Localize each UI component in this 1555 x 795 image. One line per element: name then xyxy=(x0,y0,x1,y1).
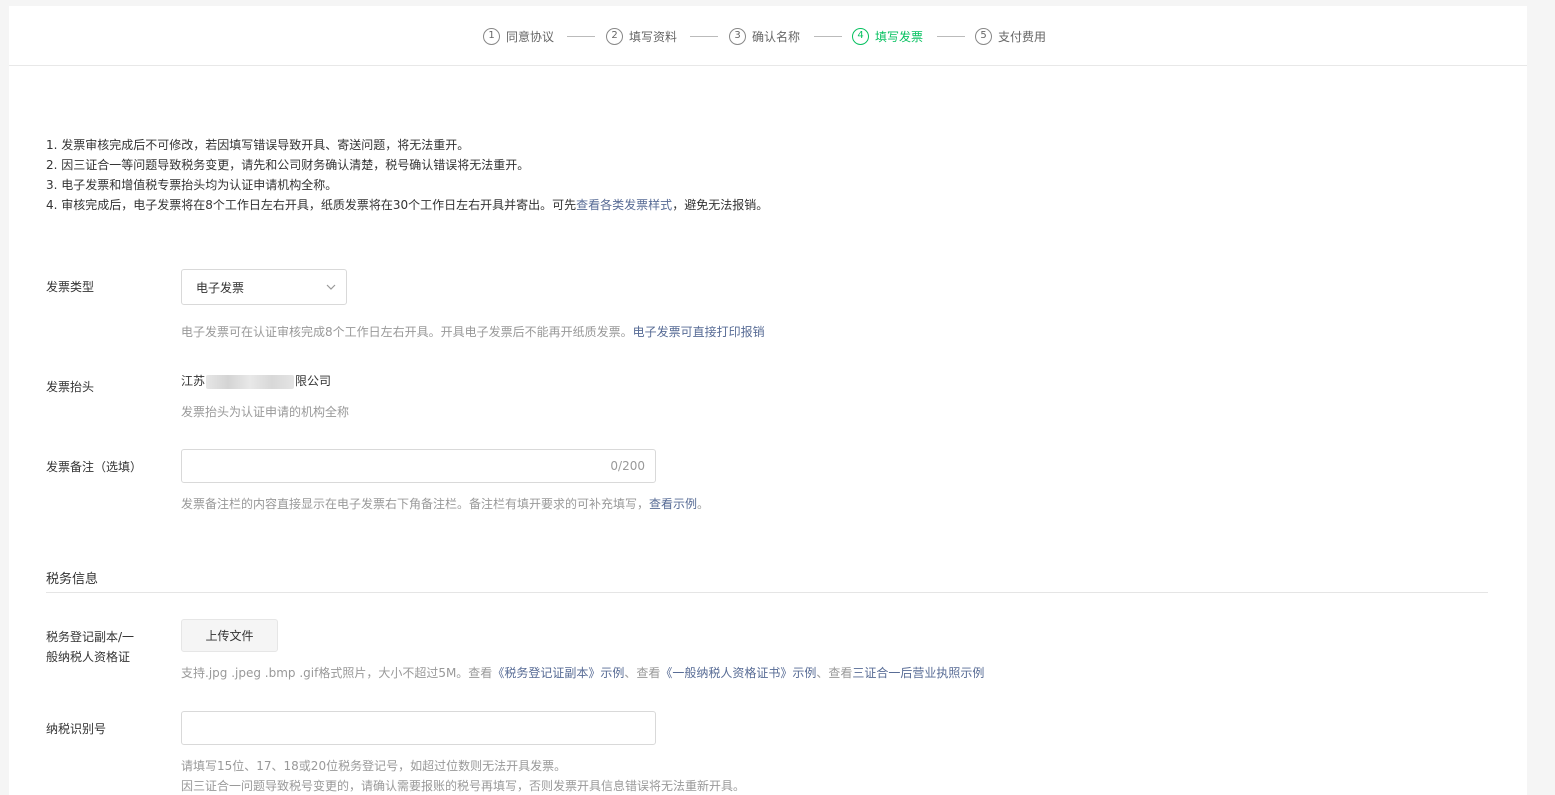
invoice-notes: 1. 发票审核完成后不可修改，若因填写错误导致开具、寄送问题，将无法重开。 2.… xyxy=(46,135,768,215)
note-line: 1. 发票审核完成后不可修改，若因填写错误导致开具、寄送问题，将无法重开。 xyxy=(46,138,470,152)
invoice-type-value: 电子发票 xyxy=(196,280,245,295)
business-license-example-link[interactable]: 三证合一后营业执照示例 xyxy=(852,666,984,680)
invoice-title-label: 发票抬头 xyxy=(46,380,95,394)
invoice-type-select[interactable]: 电子发票 xyxy=(181,269,347,305)
step-label: 支付费用 xyxy=(998,29,1047,44)
tax-id-hint-2: 因三证合一问题导致税号变更的，请确认需要报账的税号再填写，否则发票开具信息错误将… xyxy=(181,779,746,793)
invoice-form-card: 1 同意协议 2 填写资料 3 确认名称 4 填写发票 5 支付费用 1. 发票… xyxy=(9,6,1527,795)
progress-stepper: 1 同意协议 2 填写资料 3 确认名称 4 填写发票 5 支付费用 xyxy=(9,6,1527,66)
step-connector xyxy=(937,36,965,37)
upload-file-button[interactable]: 上传文件 xyxy=(181,619,278,652)
step-number: 3 xyxy=(729,27,746,45)
invoice-remark-hint: 发票备注栏的内容直接显示在电子发票右下角备注栏。备注栏有填开要求的可补充填写，查… xyxy=(181,495,709,512)
title-text: 江苏 xyxy=(181,374,206,388)
tax-id-input[interactable] xyxy=(181,711,656,745)
step-label: 同意协议 xyxy=(506,29,555,44)
title-text: 限公司 xyxy=(295,374,332,388)
hint-text: 、查看 xyxy=(624,666,661,680)
hint-text: 支持.jpg .jpeg .bmp .gif格式照片，大小不超过5M。查看 xyxy=(181,666,493,680)
char-counter: 0/200 xyxy=(610,459,645,473)
note-line: 4. 审核完成后，电子发票将在8个工作日左右开具，纸质发票将在30个工作日左右开… xyxy=(46,195,768,215)
note-line: 3. 电子发票和增值税专票抬头均为认证申请机构全称。 xyxy=(46,178,338,192)
step-connector xyxy=(567,36,595,37)
chevron-down-icon xyxy=(326,284,336,290)
hint-text: 、查看 xyxy=(816,666,853,680)
tax-section-title: 税务信息 xyxy=(46,572,99,587)
invoice-remark-label: 发票备注（选填） xyxy=(46,460,143,474)
invoice-type-hint: 电子发票可在认证审核完成8个工作日左右开具。开具电子发票后不能再开纸质发票。电子… xyxy=(181,323,765,340)
step-fill-info: 2 填写资料 xyxy=(606,27,677,45)
page-margin xyxy=(1527,0,1555,795)
note-text: 4. 审核完成后，电子发票将在8个工作日左右开具，纸质发票将在30个工作日左右开… xyxy=(46,198,577,212)
step-confirm-name: 3 确认名称 xyxy=(729,27,800,45)
step-fill-invoice: 4 填写发票 xyxy=(852,27,923,45)
tax-reg-example-link[interactable]: 《税务登记证副本》示例 xyxy=(492,666,624,680)
step-agree: 1 同意协议 xyxy=(483,27,554,45)
step-number: 2 xyxy=(606,27,623,45)
view-example-link[interactable]: 查看示例 xyxy=(649,497,697,511)
hint-text: 。 xyxy=(697,497,710,511)
step-label: 确认名称 xyxy=(752,29,801,44)
tax-cert-hint: 支持.jpg .jpeg .bmp .gif格式照片，大小不超过5M。查看《税务… xyxy=(181,664,984,681)
label-line: 般纳税人资格证 xyxy=(46,650,131,664)
tax-id-hint-1: 请填写15位、17、18或20位税务登记号，如超过位数则无法开具发票。 xyxy=(181,759,567,773)
redacted-block xyxy=(206,374,295,389)
tax-id-label: 纳税识别号 xyxy=(46,722,107,736)
general-taxpayer-example-link[interactable]: 《一般纳税人资格证书》示例 xyxy=(660,666,816,680)
step-connector xyxy=(690,36,718,37)
invoice-remark-input[interactable]: 0/200 xyxy=(181,449,656,483)
section-divider xyxy=(46,592,1488,593)
step-label: 填写发票 xyxy=(875,29,924,44)
step-number: 1 xyxy=(483,27,500,45)
invoice-styles-link[interactable]: 查看各类发票样式 xyxy=(576,198,672,212)
invoice-title-value: 江苏 限公司 xyxy=(181,372,331,389)
note-text: ，避免无法报销。 xyxy=(672,198,769,212)
step-number: 4 xyxy=(852,27,869,45)
print-reimburse-link[interactable]: 电子发票可直接打印报销 xyxy=(633,325,765,339)
note-line: 2. 因三证合一等问题导致税务变更，请先和公司财务确认清楚，税号确认错误将无法重… xyxy=(46,158,530,172)
invoice-title-hint: 发票抬头为认证申请的机构全称 xyxy=(181,405,350,419)
step-label: 填写资料 xyxy=(629,29,678,44)
step-number: 5 xyxy=(975,27,992,45)
invoice-type-label: 发票类型 xyxy=(46,280,95,294)
step-pay: 5 支付费用 xyxy=(975,27,1046,45)
tax-cert-label: 税务登记副本/一 般纳税人资格证 xyxy=(46,627,134,667)
hint-text: 电子发票可在认证审核完成8个工作日左右开具。开具电子发票后不能再开纸质发票。 xyxy=(181,325,633,339)
step-connector xyxy=(814,36,842,37)
hint-text: 发票备注栏的内容直接显示在电子发票右下角备注栏。备注栏有填开要求的可补充填写， xyxy=(181,497,650,511)
label-line: 税务登记副本/一 xyxy=(46,630,135,644)
